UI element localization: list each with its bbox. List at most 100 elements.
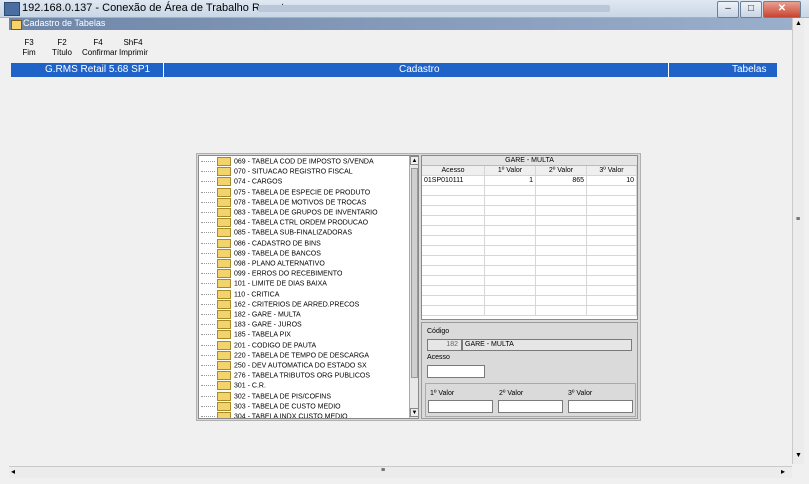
scroll-grip-icon[interactable]: ≡ bbox=[381, 467, 385, 474]
titulo-button[interactable]: F2 Título bbox=[51, 38, 73, 58]
scroll-grip-icon[interactable]: ≡ bbox=[796, 216, 800, 223]
table-cell[interactable] bbox=[536, 206, 587, 216]
table-cell[interactable] bbox=[422, 266, 485, 276]
table-cell[interactable] bbox=[485, 196, 536, 206]
scroll-up-icon[interactable]: ▲ bbox=[410, 156, 418, 165]
tree-scrollbar[interactable]: ▲ ▼ bbox=[409, 156, 418, 418]
table-cell[interactable] bbox=[536, 236, 587, 246]
table-row[interactable] bbox=[422, 186, 637, 196]
scroll-left-icon[interactable]: ◂ bbox=[11, 467, 15, 476]
table-cell[interactable] bbox=[536, 186, 587, 196]
tree-item[interactable]: 182 - GARE - MULTA bbox=[201, 310, 301, 320]
table-cell[interactable] bbox=[536, 216, 587, 226]
table-cell[interactable] bbox=[485, 306, 536, 316]
tree-item[interactable]: 069 - TABELA COD DE IMPOSTO S/VENDA bbox=[201, 157, 374, 167]
rdp-title-bar[interactable]: 192.168.0.137 - Conexão de Área de Traba… bbox=[0, 0, 809, 18]
tree-item[interactable]: 201 - CODIGO DE PAUTA bbox=[201, 340, 316, 351]
table-row[interactable] bbox=[422, 276, 637, 286]
table-cell[interactable] bbox=[422, 196, 485, 206]
table-cell[interactable] bbox=[587, 286, 637, 296]
minimize-button[interactable]: – bbox=[717, 1, 739, 18]
table-cell[interactable] bbox=[422, 216, 485, 226]
table-row[interactable] bbox=[422, 246, 637, 256]
table-cell[interactable] bbox=[485, 286, 536, 296]
table-cell[interactable] bbox=[485, 266, 536, 276]
table-cell[interactable] bbox=[587, 226, 637, 236]
scroll-up-icon[interactable]: ▲ bbox=[795, 20, 802, 27]
table-row[interactable] bbox=[422, 236, 637, 246]
tree-item[interactable]: 302 - TABELA DE PIS/COFINS bbox=[201, 391, 331, 402]
tree-item[interactable]: 220 - TABELA DE TEMPO DE DESCARGA bbox=[201, 350, 369, 361]
table-row[interactable] bbox=[422, 226, 637, 236]
window-horizontal-scrollbar[interactable]: ◂ ≡ ▸ bbox=[9, 466, 792, 478]
imprimir-button[interactable]: ShF4 Imprimir bbox=[119, 38, 148, 58]
acesso-field[interactable] bbox=[427, 365, 485, 378]
table-cell[interactable] bbox=[485, 206, 536, 216]
table-cell[interactable] bbox=[536, 266, 587, 276]
table-cell[interactable] bbox=[536, 196, 587, 206]
table-row[interactable] bbox=[422, 296, 637, 306]
scroll-thumb[interactable] bbox=[411, 168, 418, 378]
scroll-right-icon[interactable]: ▸ bbox=[781, 467, 785, 476]
valor1-field[interactable] bbox=[428, 400, 493, 413]
table-cell[interactable] bbox=[587, 276, 637, 286]
table-cell[interactable] bbox=[587, 256, 637, 266]
tree-item[interactable]: 098 - PLANO ALTERNATIVO bbox=[201, 259, 325, 269]
table-cell[interactable] bbox=[422, 236, 485, 246]
table-cell[interactable] bbox=[587, 196, 637, 206]
table-cell[interactable]: 1 bbox=[485, 176, 536, 186]
table-cell[interactable] bbox=[485, 226, 536, 236]
table-cell[interactable] bbox=[536, 256, 587, 266]
tree-item[interactable]: 250 - DEV AUTOMATICA DO ESTADO SX bbox=[201, 361, 367, 371]
tree-item[interactable]: 185 - TABELA PIX bbox=[201, 330, 291, 340]
codigo-field[interactable]: 182 bbox=[427, 339, 462, 351]
table-cell[interactable] bbox=[422, 286, 485, 296]
valor2-field[interactable] bbox=[498, 400, 563, 413]
table-cell[interactable] bbox=[422, 226, 485, 236]
table-cell[interactable] bbox=[536, 246, 587, 256]
table-row[interactable] bbox=[422, 256, 637, 266]
table-cell[interactable] bbox=[587, 296, 637, 306]
column-header[interactable]: 1º Valor bbox=[485, 166, 536, 176]
tree-item[interactable]: 085 - TABELA SUB-FINALIZADORAS bbox=[201, 228, 352, 238]
tree-item[interactable]: 101 - LIMITE DE DIAS BAIXA bbox=[201, 279, 327, 289]
table-row[interactable]: 01SP010111 1 865 10 bbox=[422, 176, 637, 186]
tree-item[interactable]: 084 - TABELA CTRL ORDEM PRODUCAO bbox=[201, 218, 368, 228]
scroll-down-icon[interactable]: ▼ bbox=[410, 408, 418, 417]
table-cell[interactable] bbox=[587, 186, 637, 196]
table-cell[interactable] bbox=[536, 226, 587, 236]
tree-item[interactable]: 301 - C.R. bbox=[201, 381, 266, 391]
maximize-button[interactable]: □ bbox=[740, 1, 762, 18]
tree-item[interactable]: 099 - ERROS DO RECEBIMENTO bbox=[201, 269, 342, 279]
table-cell[interactable] bbox=[485, 236, 536, 246]
tree-item[interactable]: 276 - TABELA TRIBUTOS ORG PUBLICOS bbox=[201, 371, 370, 381]
confirmar-button[interactable]: F4 Confirmar bbox=[82, 38, 117, 58]
table-cell[interactable] bbox=[587, 236, 637, 246]
valor3-field[interactable] bbox=[568, 400, 633, 413]
table-row[interactable] bbox=[422, 286, 637, 296]
table-cell[interactable] bbox=[422, 256, 485, 266]
table-cell[interactable] bbox=[422, 276, 485, 286]
table-cell[interactable] bbox=[485, 276, 536, 286]
table-row[interactable] bbox=[422, 216, 637, 226]
column-header[interactable]: Acesso bbox=[422, 166, 485, 176]
table-cell[interactable] bbox=[587, 266, 637, 276]
table-cell[interactable] bbox=[536, 276, 587, 286]
table-row[interactable] bbox=[422, 266, 637, 276]
tree-item[interactable]: 074 - CARGOS bbox=[201, 177, 282, 187]
tree-item[interactable]: 083 - TABELA DE GRUPOS DE INVENTARIO bbox=[201, 208, 378, 218]
table-row[interactable] bbox=[422, 306, 637, 316]
tree-item[interactable]: 183 - GARE - JUROS bbox=[201, 320, 302, 330]
tree-item[interactable]: 086 - CADASTRO DE BINS bbox=[201, 238, 321, 249]
table-row[interactable] bbox=[422, 206, 637, 216]
scroll-down-icon[interactable]: ▼ bbox=[795, 452, 802, 459]
table-cell[interactable]: 01SP010111 bbox=[422, 176, 485, 186]
close-button[interactable]: ✕ bbox=[763, 1, 801, 18]
table-row[interactable] bbox=[422, 196, 637, 206]
table-cell[interactable] bbox=[536, 306, 587, 316]
table-cell[interactable] bbox=[485, 256, 536, 266]
table-cell[interactable] bbox=[485, 186, 536, 196]
table-cell[interactable] bbox=[485, 296, 536, 306]
table-cell[interactable] bbox=[422, 306, 485, 316]
table-cell[interactable] bbox=[587, 246, 637, 256]
